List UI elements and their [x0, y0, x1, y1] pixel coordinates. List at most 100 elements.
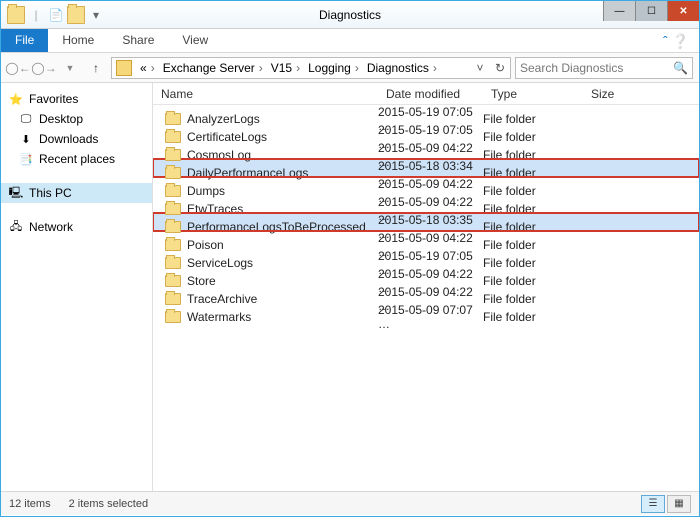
item-name: ServiceLogs	[187, 256, 253, 270]
sidebar-fav-item[interactable]: ⬇ Downloads	[1, 129, 152, 149]
forward-button[interactable]: ◯→	[33, 57, 55, 79]
view-details-button[interactable]: ☰	[641, 495, 665, 513]
item-type: File folder	[483, 184, 583, 198]
item-name: CertificateLogs	[187, 130, 267, 144]
folder-icon	[7, 6, 25, 24]
item-date: 2015-05-09 07:07 …	[378, 303, 483, 331]
fav-icon: ⬇	[19, 132, 33, 146]
item-type: File folder	[483, 310, 583, 324]
item-name: PerformanceLogsToBeProcessed	[187, 220, 366, 234]
window-buttons: — ☐ ✕	[603, 1, 699, 21]
statusbar: 12 items 2 items selected ☰ ▦	[1, 491, 699, 515]
back-button[interactable]: ◯←	[7, 57, 29, 79]
column-name[interactable]: Name	[153, 87, 378, 101]
search-input[interactable]: Search Diagnostics 🔍	[515, 57, 693, 79]
breadcrumb[interactable]: Logging	[304, 61, 363, 75]
sidebar-item-label: Network	[29, 220, 73, 234]
folder-icon	[165, 185, 181, 197]
quick-access-toolbar: | 📄 ▾	[1, 6, 105, 24]
computer-icon: 🖳	[9, 186, 23, 200]
folder-icon	[165, 131, 181, 143]
item-type: File folder	[483, 292, 583, 306]
folder-icon	[165, 275, 181, 287]
item-name: EtwTraces	[187, 202, 243, 216]
folder-icon	[165, 239, 181, 251]
item-type: File folder	[483, 274, 583, 288]
item-type: File folder	[483, 130, 583, 144]
sidebar-item-label: Downloads	[39, 132, 98, 146]
item-name: Store	[187, 274, 216, 288]
breadcrumb[interactable]: Diagnostics	[363, 61, 441, 75]
file-list: Name Date modified Type Size AnalyzerLog…	[153, 83, 699, 491]
help-icon[interactable]: ˆ ❔	[653, 29, 699, 52]
minimize-button[interactable]: —	[603, 1, 635, 21]
column-size[interactable]: Size	[583, 87, 663, 101]
sidebar-favorites[interactable]: ⭐ Favorites	[1, 89, 152, 109]
recent-locations-button[interactable]: ▼	[59, 57, 81, 79]
close-button[interactable]: ✕	[667, 1, 699, 21]
folder-icon	[165, 293, 181, 305]
item-name: DailyPerformanceLogs	[187, 166, 308, 180]
fav-icon: 🖵	[19, 112, 33, 126]
star-icon: ⭐	[9, 92, 23, 106]
column-headers: Name Date modified Type Size	[153, 83, 699, 105]
item-name: Poison	[187, 238, 224, 252]
item-type: File folder	[483, 166, 583, 180]
item-name: Dumps	[187, 184, 225, 198]
item-type: File folder	[483, 148, 583, 162]
column-type[interactable]: Type	[483, 87, 583, 101]
tab-file[interactable]: File	[1, 29, 48, 52]
item-type: File folder	[483, 202, 583, 216]
overflow-icon[interactable]: ▾	[87, 6, 105, 24]
sidebar-item-label: Recent places	[39, 152, 115, 166]
sidebar-item-label: This PC	[29, 186, 72, 200]
folder-icon	[165, 113, 181, 125]
sidebar-item-label: Desktop	[39, 112, 83, 126]
view-large-icons-button[interactable]: ▦	[667, 495, 691, 513]
address-bar[interactable]: « Exchange Server V15 Logging Diagnostic…	[111, 57, 511, 79]
tab-share[interactable]: Share	[108, 29, 168, 52]
document-icon[interactable]: 📄	[47, 6, 65, 24]
separator: |	[27, 6, 45, 24]
breadcrumb[interactable]: V15	[267, 61, 304, 75]
sidebar: ⭐ Favorites 🖵 Desktop ⬇ Downloads 📑 Recent pl…	[1, 83, 153, 491]
sidebar-item-label: Favorites	[29, 92, 78, 106]
item-name: TraceArchive	[187, 292, 257, 306]
search-icon: 🔍	[673, 61, 688, 75]
column-date[interactable]: Date modified	[378, 87, 483, 101]
network-icon: 🖧	[9, 220, 23, 234]
folder-icon	[165, 221, 181, 233]
sidebar-this-pc[interactable]: 🖳 This PC	[1, 183, 152, 203]
item-name: CosmosLog	[187, 148, 251, 162]
folder-icon	[165, 203, 181, 215]
titlebar: | 📄 ▾ Diagnostics — ☐ ✕	[1, 1, 699, 29]
status-count: 12 items	[9, 498, 51, 510]
window-title: Diagnostics	[319, 8, 381, 22]
item-type: File folder	[483, 256, 583, 270]
table-row[interactable]: AnalyzerLogs2015-05-19 07:05 …File folde…	[153, 105, 699, 123]
status-selection: 2 items selected	[69, 498, 148, 510]
item-name: AnalyzerLogs	[187, 112, 260, 126]
tab-view[interactable]: View	[168, 29, 222, 52]
breadcrumb[interactable]: Exchange Server	[159, 61, 267, 75]
folder-icon	[165, 167, 181, 179]
tab-home[interactable]: Home	[48, 29, 108, 52]
item-type: File folder	[483, 238, 583, 252]
folder-icon	[165, 257, 181, 269]
maximize-button[interactable]: ☐	[635, 1, 667, 21]
sidebar-fav-item[interactable]: 📑 Recent places	[1, 149, 152, 169]
navbar: ◯← ◯→ ▼ ↑ « Exchange Server V15 Logging …	[1, 53, 699, 83]
fav-icon: 📑	[19, 152, 33, 166]
ribbon-tabs: File Home Share View ˆ ❔	[1, 29, 699, 53]
sidebar-network[interactable]: 🖧 Network	[1, 217, 152, 237]
item-name: Watermarks	[187, 310, 251, 324]
folder-icon	[165, 149, 181, 161]
chevron-down-icon[interactable]: ˅	[470, 61, 490, 75]
folder-icon	[116, 60, 132, 76]
folder-open-icon[interactable]	[67, 6, 85, 24]
refresh-icon[interactable]: ↻	[490, 61, 510, 75]
sidebar-fav-item[interactable]: 🖵 Desktop	[1, 109, 152, 129]
breadcrumb[interactable]: «	[136, 61, 159, 75]
search-placeholder: Search Diagnostics	[520, 61, 623, 75]
up-button[interactable]: ↑	[85, 57, 107, 79]
